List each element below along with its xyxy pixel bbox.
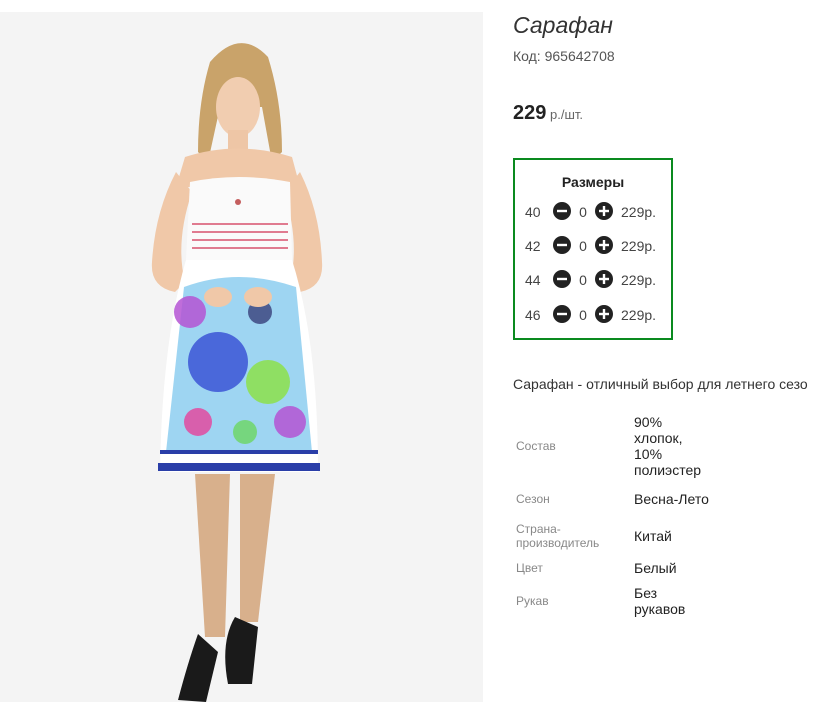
product-code: Код: 965642708	[513, 48, 615, 64]
property-value: 90% хлопок, 10% полиэстер	[634, 414, 702, 478]
size-row-42: 42 0 229р.	[525, 236, 665, 258]
property-row: Состав 90% хлопок, 10% полиэстер	[513, 412, 712, 480]
size-row-46: 46 0 229р.	[525, 305, 665, 327]
size-label: 44	[525, 272, 541, 288]
property-row: Страна-производитель Китай	[513, 518, 712, 554]
minus-circle-icon[interactable]	[553, 270, 571, 288]
product-code-value: 965642708	[544, 48, 615, 64]
property-name: Рукав	[516, 594, 549, 608]
price-unit: р./шт.	[550, 107, 584, 122]
property-name: Цвет	[516, 561, 543, 575]
plus-circle-icon[interactable]	[595, 202, 613, 220]
plus-circle-icon[interactable]	[595, 270, 613, 288]
product-properties: Состав 90% хлопок, 10% полиэстер Сезон В…	[513, 412, 712, 620]
plus-circle-icon[interactable]	[595, 305, 613, 323]
size-label: 40	[525, 204, 541, 220]
minus-circle-icon[interactable]	[553, 236, 571, 254]
product-page: Сарафан Код: 965642708 229 р./шт. Размер…	[0, 0, 813, 702]
product-code-label: Код:	[513, 48, 541, 64]
property-value: Без рукавов	[634, 585, 686, 617]
dress-model-illustration	[0, 12, 483, 702]
property-value: Белый	[634, 560, 677, 576]
property-row: Сезон Весна-Лето	[513, 480, 712, 518]
sizes-title: Размеры	[561, 174, 625, 190]
size-price: 229р.	[621, 238, 657, 254]
quantity-value[interactable]: 0	[577, 204, 589, 220]
size-price: 229р.	[621, 204, 657, 220]
sizes-panel: Размеры 40 0 229р. 42 0 229р. 44 0 229р.…	[513, 158, 673, 340]
minus-circle-icon[interactable]	[553, 202, 571, 220]
quantity-value[interactable]: 0	[577, 307, 589, 323]
product-description: Сарафан - отличный выбор для летнего сез…	[513, 376, 808, 392]
quantity-value[interactable]: 0	[577, 238, 589, 254]
product-price: 229 р./шт.	[513, 102, 583, 125]
product-title: Сарафан	[513, 12, 613, 38]
plus-circle-icon[interactable]	[595, 236, 613, 254]
property-name: Страна-производитель	[516, 522, 600, 550]
size-row-44: 44 0 229р.	[525, 270, 665, 292]
property-row: Цвет Белый	[513, 554, 712, 582]
size-price: 229р.	[621, 307, 657, 323]
property-value: Весна-Лето	[634, 491, 709, 507]
product-photo[interactable]	[0, 12, 483, 702]
size-price: 229р.	[621, 272, 657, 288]
property-value: Китай	[634, 528, 672, 544]
size-label: 42	[525, 238, 541, 254]
size-row-40: 40 0 229р.	[525, 202, 665, 224]
property-row: Рукав Без рукавов	[513, 582, 712, 620]
property-name: Состав	[516, 439, 556, 453]
minus-circle-icon[interactable]	[553, 305, 571, 323]
quantity-value[interactable]: 0	[577, 272, 589, 288]
size-label: 46	[525, 307, 541, 323]
price-amount: 229	[513, 102, 547, 124]
property-name: Сезон	[516, 492, 550, 506]
